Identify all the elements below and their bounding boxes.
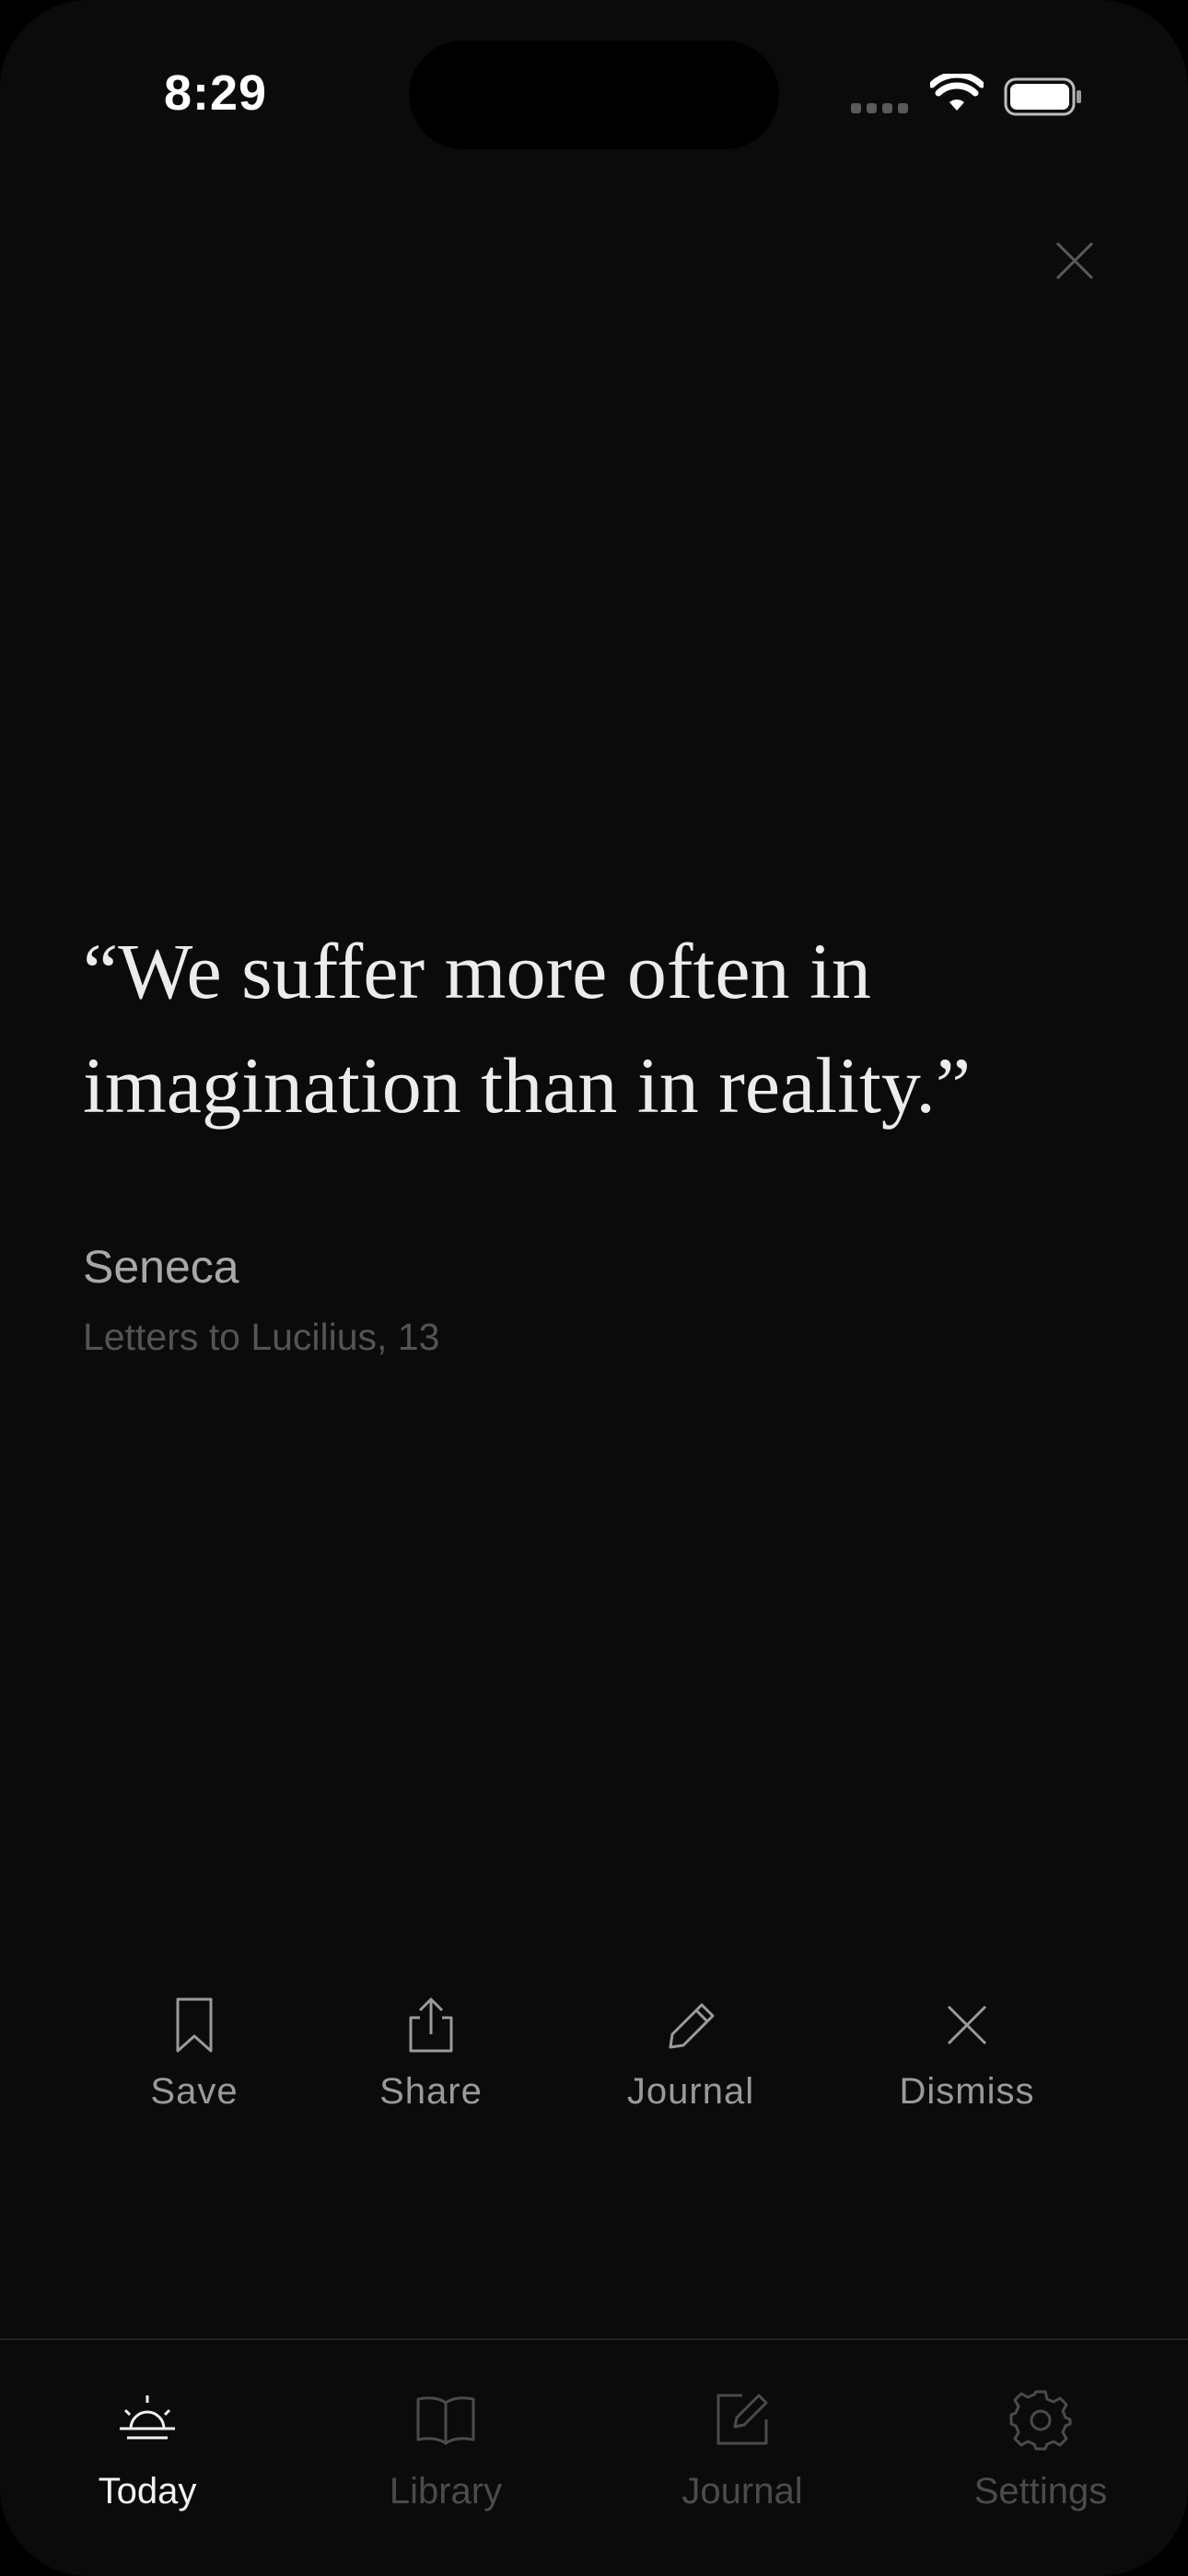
save-label: Save — [150, 2071, 239, 2112]
gear-icon — [1009, 2390, 1072, 2451]
quote-author: Seneca — [83, 1241, 239, 1293]
cellular-signal-icon — [851, 103, 908, 113]
journal-label: Journal — [626, 2071, 755, 2112]
save-button[interactable]: Save — [93, 1996, 296, 2113]
tab-today-label: Today — [98, 2471, 197, 2512]
tab-journal-label: Journal — [681, 2471, 803, 2512]
tab-bar: Today Library Journal Settings — [0, 2338, 1188, 2576]
share-label: Share — [379, 2071, 483, 2112]
tab-journal[interactable]: Journal — [632, 2388, 853, 2512]
battery-icon — [1004, 77, 1081, 116]
pencil-icon — [669, 2003, 715, 2049]
journal-button[interactable]: Journal — [589, 1996, 792, 2113]
quote-source: Letters to Lucilius, 13 — [83, 1316, 440, 1358]
dynamic-island — [409, 41, 779, 149]
tab-settings-label: Settings — [973, 2471, 1108, 2512]
edit-square-icon — [716, 2394, 768, 2445]
status-time: 8:29 — [164, 65, 268, 121]
bookmark-icon — [176, 1997, 213, 2053]
sunrise-icon — [120, 2395, 175, 2440]
x-icon — [947, 2005, 987, 2045]
tab-library-label: Library — [389, 2471, 503, 2512]
share-button[interactable]: Share — [330, 1996, 532, 2113]
dismiss-label: Dismiss — [899, 2071, 1035, 2112]
app-screen: 8:29 “We suffer more often in imaginatio… — [0, 0, 1188, 2576]
tab-today[interactable]: Today — [37, 2388, 258, 2512]
quote-actions: Save Share Journal Dismiss — [0, 1996, 1188, 2134]
close-icon[interactable] — [1052, 238, 1098, 284]
wifi-icon — [930, 74, 984, 111]
book-icon — [416, 2396, 475, 2445]
dismiss-button[interactable]: Dismiss — [866, 1996, 1068, 2113]
tab-settings[interactable]: Settings — [930, 2388, 1151, 2512]
share-icon — [409, 1997, 453, 2053]
tab-library[interactable]: Library — [335, 2388, 556, 2512]
quote-text: “We suffer more often in imagination tha… — [83, 927, 972, 1130]
